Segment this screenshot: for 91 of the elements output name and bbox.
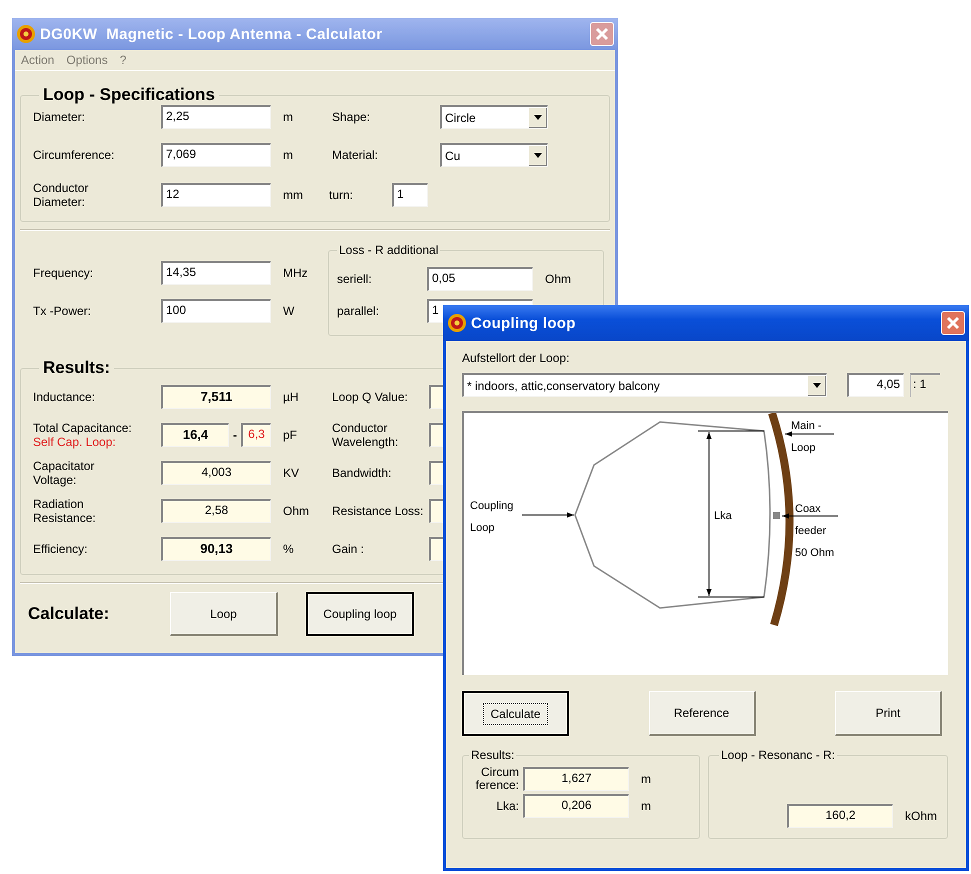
- diagram-label: Coax: [795, 503, 821, 515]
- input-field[interactable]: 100: [161, 299, 271, 323]
- field-label: Diameter:: [33, 110, 86, 124]
- mode-button[interactable]: Coupling loop: [306, 592, 414, 636]
- diagram-label: feeder: [795, 525, 826, 537]
- field-label: Resistance Loss:: [331, 504, 424, 518]
- group-title: Loss - R additional: [338, 243, 440, 257]
- input-field[interactable]: 12: [161, 183, 271, 207]
- unit-label: Ohm: [282, 504, 310, 518]
- arrow: [784, 431, 834, 437]
- field-label: Frequency:: [33, 266, 94, 280]
- unit-label: pF: [282, 428, 298, 442]
- group-title: Results:: [42, 358, 112, 378]
- field-label: Material:: [331, 148, 380, 162]
- field-label: Shape:: [331, 110, 372, 124]
- input-field[interactable]: 7,069: [161, 143, 271, 167]
- field-label: Self Cap. Loop:: [33, 435, 117, 449]
- field-label: seriell:: [337, 272, 373, 286]
- output-field: 6,3: [241, 423, 271, 447]
- group-title: Results:: [470, 748, 516, 762]
- minus-sign: -: [232, 428, 238, 442]
- close-icon: [594, 26, 610, 42]
- close-button[interactable]: [941, 311, 965, 335]
- diagram-label: Coupling: [470, 500, 514, 512]
- dropdown[interactable]: Circle: [440, 105, 548, 129]
- field-label: Lka:: [495, 800, 520, 812]
- input-field[interactable]: 14,35: [161, 261, 271, 285]
- output-field: 0,206: [523, 794, 629, 818]
- field-label: Conductor Diameter:: [33, 181, 90, 209]
- feed-point: [773, 512, 780, 519]
- output-field: 1,627: [523, 767, 629, 791]
- window-title: Coupling loop: [471, 314, 577, 332]
- field-label: Radiation Resistance:: [33, 497, 97, 525]
- output-field: 4,003: [161, 461, 271, 485]
- dialog-button[interactable]: Print: [835, 691, 942, 736]
- field-label: Gain :: [331, 542, 366, 556]
- field-label: Conductor Wavelength:: [331, 421, 400, 449]
- ratio-suffix: : 1: [910, 373, 940, 397]
- mode-button[interactable]: Loop: [170, 592, 278, 636]
- diagram-label: Loop: [791, 442, 816, 454]
- field-label: turn:: [329, 188, 354, 202]
- unit-label: %: [282, 542, 295, 556]
- field-label: Circum ference:: [474, 766, 520, 792]
- ratio-field[interactable]: 4,05: [847, 373, 904, 397]
- arrow: [782, 513, 838, 519]
- field-label: parallel:: [337, 304, 380, 318]
- diagram-label: Main -: [791, 420, 822, 432]
- field-label: Loop Q Value:: [331, 390, 409, 404]
- unit-label: kOhm: [904, 809, 937, 823]
- unit-label: m: [282, 110, 294, 124]
- unit-label: W: [282, 304, 296, 318]
- unit-label: mm: [282, 188, 304, 202]
- input-field[interactable]: 0,05: [427, 267, 533, 291]
- group-title: Loop - Resonanc - R:: [720, 748, 836, 762]
- close-icon: [945, 315, 961, 331]
- location-dropdown[interactable]: * indoors, attic,conservatory balcony: [462, 373, 827, 397]
- output-field: 16,4: [161, 423, 229, 447]
- unit-label: m: [640, 772, 651, 786]
- field-label: Total Capacitance:: [33, 421, 133, 435]
- arrow: [522, 512, 574, 518]
- dialog-button[interactable]: Calculate: [462, 691, 569, 736]
- group-title: Loop - Specifications: [42, 85, 216, 105]
- dialog-button[interactable]: Reference: [648, 691, 756, 736]
- field-label: Bandwidth:: [331, 466, 392, 480]
- dropdown[interactable]: Cu: [440, 143, 548, 167]
- diagram-label: Loop: [470, 522, 494, 534]
- field-label: Circumference:: [33, 148, 116, 162]
- input-field[interactable]: 1: [392, 183, 428, 207]
- unit-label: Ohm: [544, 272, 572, 286]
- field-label: Inductance:: [33, 390, 96, 404]
- unit-label: KV: [282, 466, 300, 480]
- sun-logo-icon: [447, 313, 467, 333]
- sun-logo-icon: [16, 24, 36, 44]
- output-field: 2,58: [161, 499, 271, 523]
- unit-label: MHz: [282, 266, 309, 280]
- output-field: 7,511: [161, 385, 271, 409]
- unit-label: µH: [282, 390, 300, 404]
- output-field: 90,13: [161, 537, 271, 561]
- close-button[interactable]: [590, 22, 614, 46]
- field-label: Capacitator Voltage:: [33, 459, 96, 487]
- field-label: Aufstellort der Loop:: [462, 351, 570, 365]
- input-field[interactable]: 2,25: [161, 105, 271, 129]
- field-label: Efficiency:: [33, 542, 88, 556]
- calculate-label: Calculate:: [28, 604, 110, 624]
- field-label: Tx -Power:: [33, 304, 92, 318]
- window-title: DG0KW Magnetic - Loop Antenna - Calculator: [40, 26, 384, 42]
- diagram-label: Lka: [714, 510, 732, 522]
- unit-label: m: [640, 799, 651, 813]
- diagram-label: 50 Ohm: [795, 547, 834, 559]
- output-field: 160,2: [786, 804, 893, 828]
- unit-label: m: [282, 148, 294, 162]
